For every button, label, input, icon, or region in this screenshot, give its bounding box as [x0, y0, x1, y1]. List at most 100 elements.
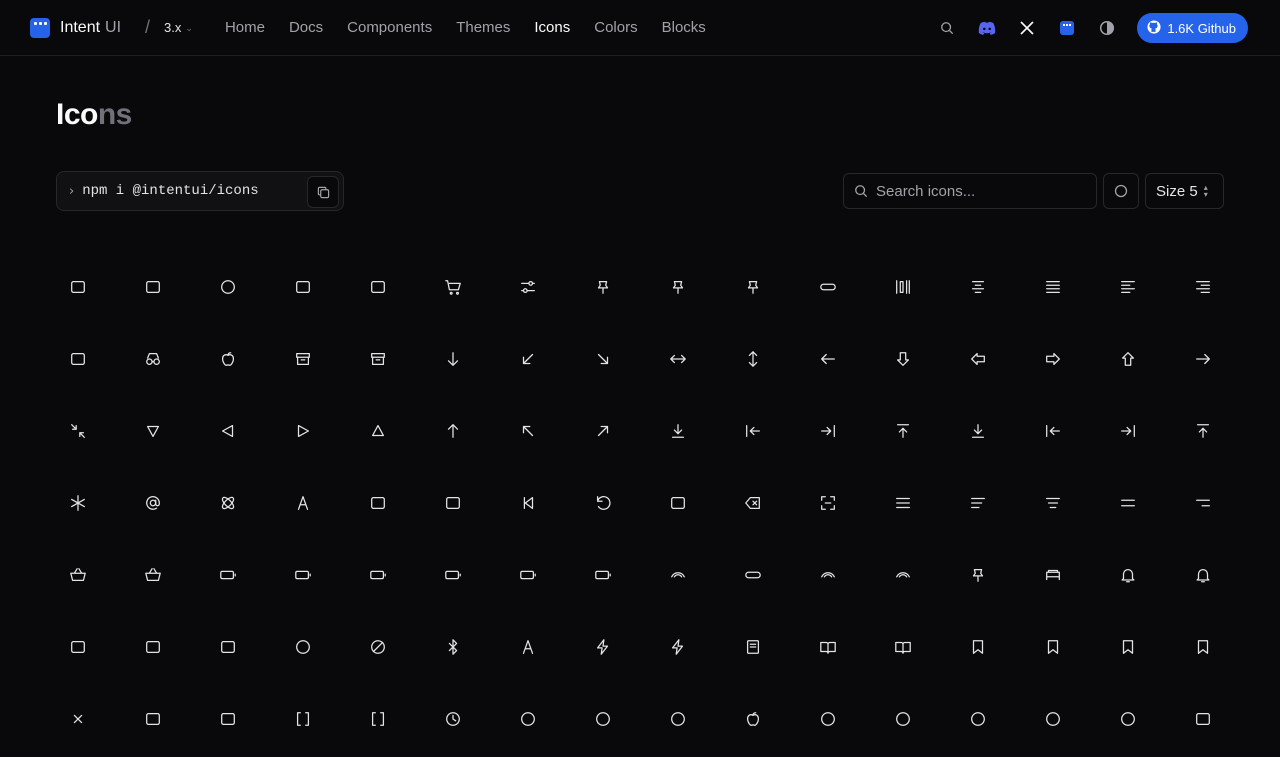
icon-cell[interactable]: [490, 325, 565, 397]
icon-cell[interactable]: [940, 397, 1015, 469]
icon-cell[interactable]: [115, 253, 190, 325]
icon-cell[interactable]: [340, 253, 415, 325]
icon-cell[interactable]: [265, 541, 340, 613]
size-select[interactable]: Size 5 ▴ ▾: [1145, 173, 1224, 209]
icon-cell[interactable]: [715, 541, 790, 613]
icon-cell[interactable]: [640, 613, 715, 685]
search-icon[interactable]: [937, 18, 957, 38]
icon-cell[interactable]: [940, 541, 1015, 613]
icon-cell[interactable]: [1165, 469, 1240, 541]
icon-cell[interactable]: [190, 325, 265, 397]
icon-cell[interactable]: [790, 541, 865, 613]
icon-cell[interactable]: [190, 469, 265, 541]
icon-cell[interactable]: [1090, 325, 1165, 397]
icon-cell[interactable]: [115, 541, 190, 613]
icon-cell[interactable]: [865, 613, 940, 685]
icon-cell[interactable]: [1015, 685, 1090, 757]
icon-cell[interactable]: [415, 685, 490, 757]
icon-cell[interactable]: [640, 469, 715, 541]
icon-cell[interactable]: [265, 325, 340, 397]
icon-cell[interactable]: [265, 469, 340, 541]
icon-cell[interactable]: [190, 253, 265, 325]
icon-cell[interactable]: [1165, 685, 1240, 757]
icon-cell[interactable]: [715, 469, 790, 541]
icon-cell[interactable]: [490, 541, 565, 613]
icon-cell[interactable]: [1015, 613, 1090, 685]
icon-cell[interactable]: [715, 613, 790, 685]
icon-cell[interactable]: [415, 253, 490, 325]
icon-cell[interactable]: [415, 397, 490, 469]
icon-cell[interactable]: [190, 685, 265, 757]
icon-cell[interactable]: [115, 613, 190, 685]
theme-toggle-icon[interactable]: [1097, 18, 1117, 38]
icon-cell[interactable]: [40, 397, 115, 469]
icon-cell[interactable]: [565, 541, 640, 613]
nav-components[interactable]: Components: [347, 19, 432, 36]
nav-colors[interactable]: Colors: [594, 19, 637, 36]
icon-cell[interactable]: [565, 469, 640, 541]
icon-cell[interactable]: [715, 253, 790, 325]
icon-cell[interactable]: [1015, 469, 1090, 541]
icon-cell[interactable]: [865, 397, 940, 469]
icon-cell[interactable]: [190, 397, 265, 469]
icon-cell[interactable]: [1090, 685, 1165, 757]
icon-cell[interactable]: [415, 325, 490, 397]
icon-cell[interactable]: [115, 469, 190, 541]
icon-cell[interactable]: [1090, 397, 1165, 469]
icon-cell[interactable]: [790, 613, 865, 685]
icon-cell[interactable]: [640, 685, 715, 757]
icon-cell[interactable]: [40, 613, 115, 685]
icon-cell[interactable]: [790, 469, 865, 541]
icon-cell[interactable]: [490, 685, 565, 757]
icon-cell[interactable]: [1165, 541, 1240, 613]
nav-home[interactable]: Home: [225, 19, 265, 36]
icon-cell[interactable]: [415, 613, 490, 685]
discord-icon[interactable]: [977, 18, 997, 38]
stroke-toggle-button[interactable]: [1103, 173, 1139, 209]
logo[interactable]: Intent UI: [30, 17, 121, 38]
icon-cell[interactable]: [715, 397, 790, 469]
icon-cell[interactable]: [1090, 469, 1165, 541]
icon-cell[interactable]: [940, 469, 1015, 541]
icon-cell[interactable]: [1090, 541, 1165, 613]
icon-cell[interactable]: [940, 685, 1015, 757]
icon-cell[interactable]: [715, 325, 790, 397]
icon-cell[interactable]: [865, 469, 940, 541]
icon-cell[interactable]: [415, 541, 490, 613]
intentui-logo-icon[interactable]: [1057, 18, 1077, 38]
icon-cell[interactable]: [640, 541, 715, 613]
icon-cell[interactable]: [1015, 541, 1090, 613]
icon-cell[interactable]: [940, 613, 1015, 685]
icon-cell[interactable]: [790, 397, 865, 469]
icon-cell[interactable]: [40, 325, 115, 397]
icon-cell[interactable]: [1165, 253, 1240, 325]
icon-cell[interactable]: [865, 541, 940, 613]
search-input[interactable]: [876, 182, 1076, 200]
icon-cell[interactable]: [340, 685, 415, 757]
nav-docs[interactable]: Docs: [289, 19, 323, 36]
icon-cell[interactable]: [115, 685, 190, 757]
icon-cell[interactable]: [40, 685, 115, 757]
icon-cell[interactable]: [1015, 325, 1090, 397]
icon-cell[interactable]: [1015, 397, 1090, 469]
icon-cell[interactable]: [640, 253, 715, 325]
icon-cell[interactable]: [1165, 613, 1240, 685]
icon-cell[interactable]: [40, 469, 115, 541]
icon-cell[interactable]: [865, 253, 940, 325]
icon-cell[interactable]: [1090, 613, 1165, 685]
icon-cell[interactable]: [565, 397, 640, 469]
icon-cell[interactable]: [865, 325, 940, 397]
icon-cell[interactable]: [190, 541, 265, 613]
icon-cell[interactable]: [40, 541, 115, 613]
install-command[interactable]: › npm i @intentui/icons: [56, 171, 344, 211]
version-select[interactable]: 3.x ⌄: [164, 20, 193, 35]
icon-cell[interactable]: [940, 325, 1015, 397]
icon-cell[interactable]: [565, 253, 640, 325]
icon-cell[interactable]: [1015, 253, 1090, 325]
icon-cell[interactable]: [340, 469, 415, 541]
icon-cell[interactable]: [265, 613, 340, 685]
icon-cell[interactable]: [790, 325, 865, 397]
icon-cell[interactable]: [265, 397, 340, 469]
icon-cell[interactable]: [565, 685, 640, 757]
icon-cell[interactable]: [790, 253, 865, 325]
